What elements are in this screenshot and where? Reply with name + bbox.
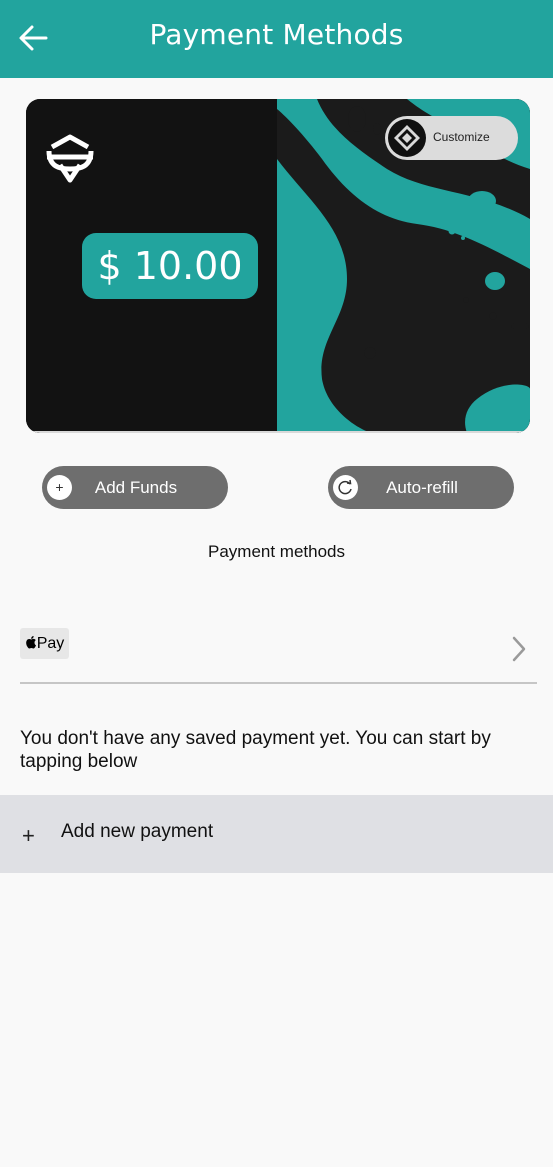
add-new-payment-label: Add new payment [61, 821, 214, 842]
apple-pay-label: Pay [36, 635, 65, 652]
auto-refill-label: Auto-refill [386, 478, 458, 497]
customize-label: Customize [433, 130, 490, 144]
app-header: Payment Methods [0, 0, 553, 78]
balance-amount: $ 10.00 [82, 233, 258, 299]
card-left-panel: $ 10.00 [26, 99, 277, 433]
chevron-right-icon [512, 636, 526, 662]
customize-icon [388, 119, 426, 157]
plus-icon: + [22, 823, 35, 848]
divider [20, 682, 537, 684]
apple-pay-row[interactable]: Pay [20, 614, 537, 684]
add-new-payment-button[interactable]: + Add new payment [0, 795, 553, 873]
auto-refill-button[interactable]: Auto-refill [328, 466, 514, 509]
customize-button[interactable]: Customize [385, 116, 518, 160]
brand-logo-icon [46, 134, 94, 183]
payment-methods-heading: Payment methods [207, 542, 345, 561]
wallet-card: $ 10.00 Customize [26, 99, 530, 433]
card-shadow [26, 431, 530, 433]
apple-icon [25, 636, 36, 649]
page-title: Payment Methods [149, 18, 404, 51]
add-funds-label: Add Funds [94, 478, 178, 497]
apple-pay-badge: Pay [20, 628, 69, 659]
empty-state-message: You don't have any saved payment yet. Yo… [20, 728, 491, 772]
add-funds-button[interactable]: + Add Funds [42, 466, 228, 509]
card-art-panel: Customize [277, 99, 530, 433]
